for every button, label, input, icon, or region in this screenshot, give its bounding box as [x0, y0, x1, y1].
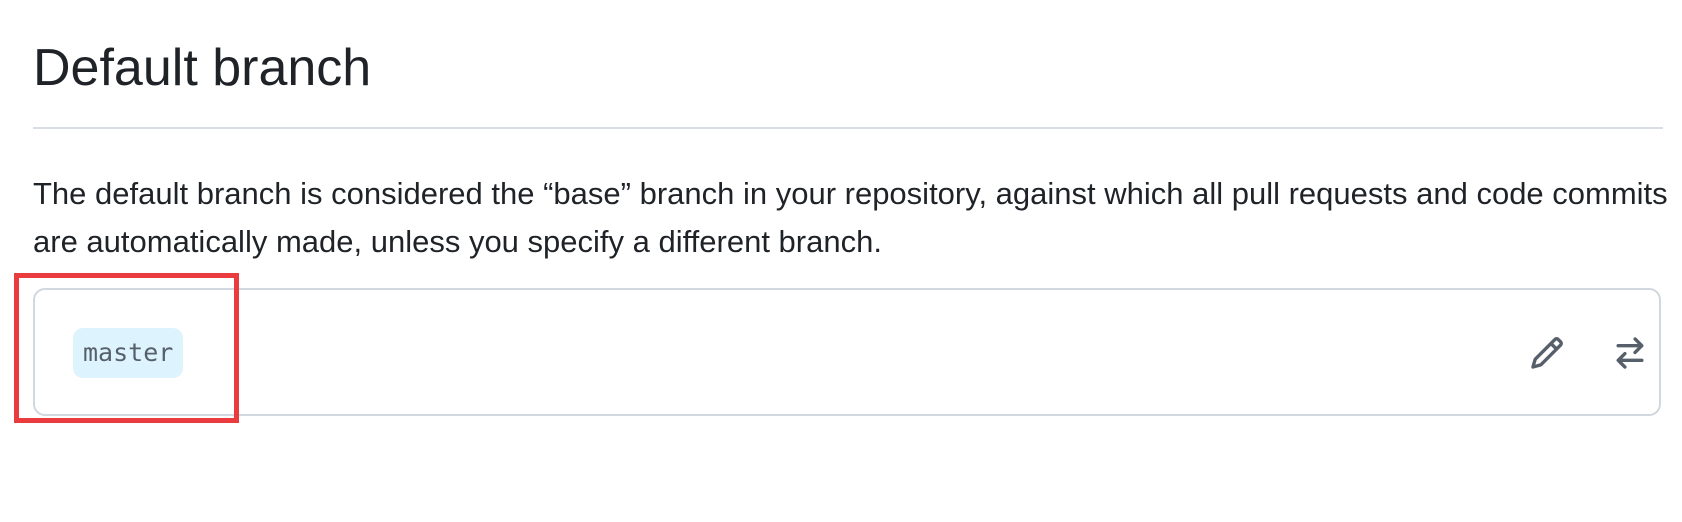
section-description: The default branch is considered the “ba…: [33, 176, 1668, 259]
branch-name-badge[interactable]: master: [73, 328, 184, 378]
default-branch-box: master: [33, 288, 1661, 416]
page-title: Default branch: [33, 39, 372, 97]
pencil-icon: [1531, 337, 1563, 369]
title-divider: [33, 127, 1663, 129]
switch-default-branch-button[interactable]: [1603, 326, 1657, 380]
rename-branch-button[interactable]: [1520, 326, 1574, 380]
arrow-switch-icon: [1616, 337, 1644, 369]
